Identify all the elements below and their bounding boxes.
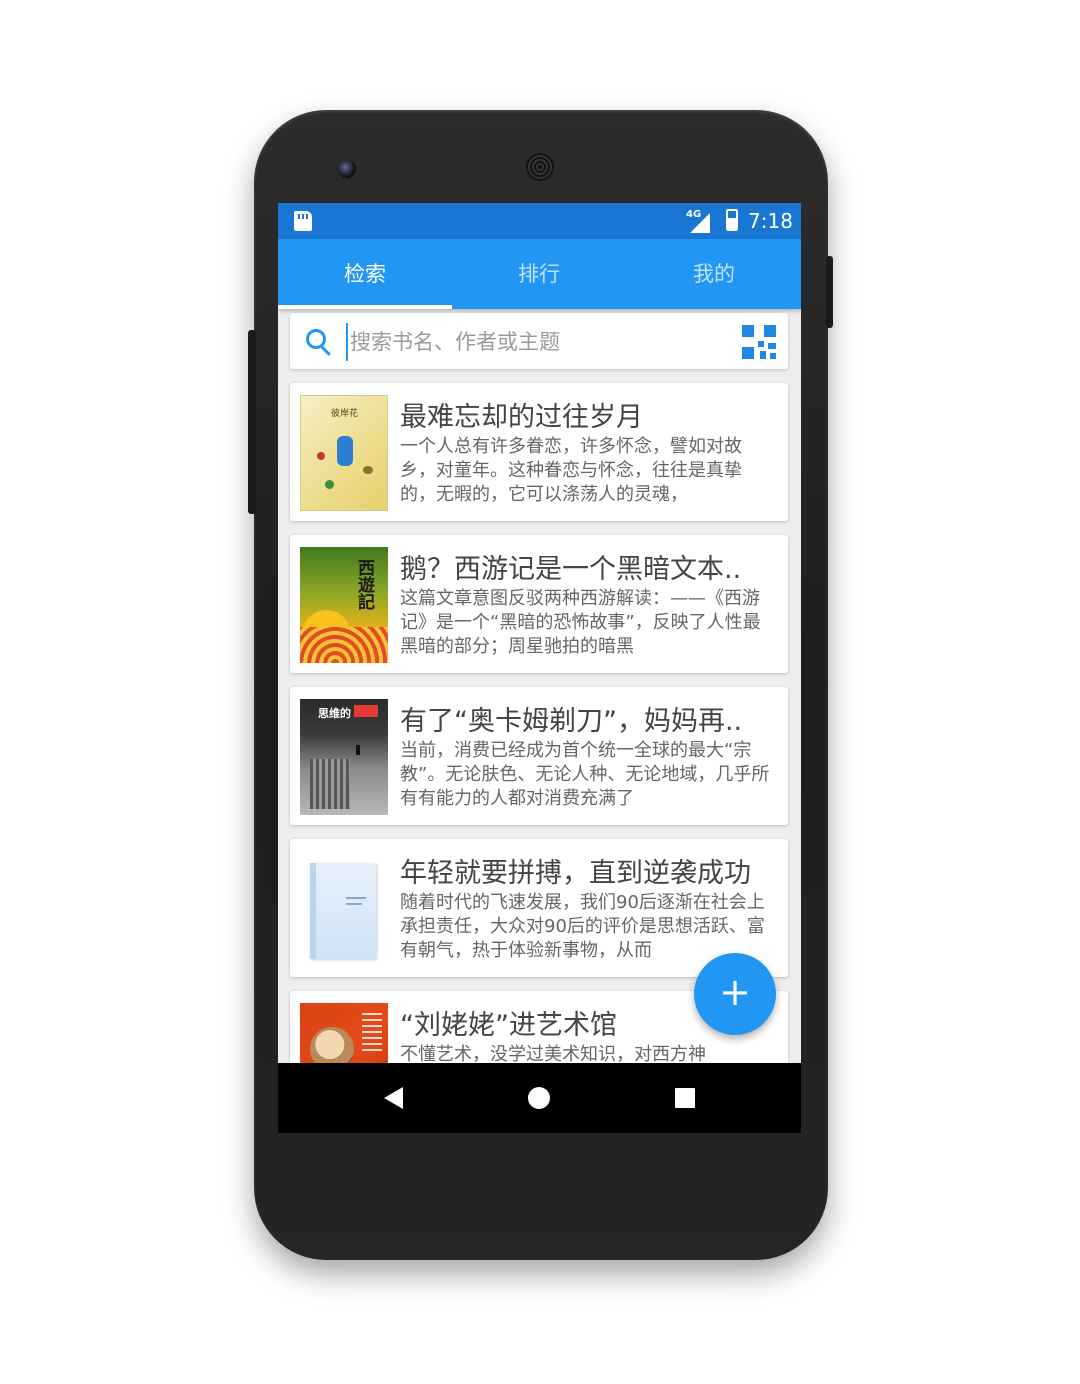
volume-button [248, 330, 256, 514]
book-cover-image: 思维的 [300, 699, 388, 815]
app-screen: 4G 7:18 检索 排行 我的 搜索书名、作者或主题 彼岸花 最难忘却的过往岁… [278, 203, 801, 1133]
book-card[interactable]: 思维的 有了“奥卡姆剃刀”，妈妈再.. 当前，消费已经成为首个统一全球的最大“宗… [290, 687, 788, 825]
book-cover-image [300, 851, 388, 967]
search-input[interactable] [346, 323, 732, 361]
cover-illustration [310, 863, 316, 959]
front-camera [338, 160, 356, 178]
system-nav-bar [278, 1063, 801, 1133]
cover-text: 西遊記 [354, 559, 374, 610]
cover-illustration [300, 627, 388, 663]
cover-illustration [310, 863, 376, 959]
power-button [826, 256, 833, 328]
cover-illustration [346, 903, 362, 905]
search-icon[interactable] [306, 329, 326, 349]
status-time: 7:18 [748, 209, 793, 233]
tab-label: 排行 [518, 262, 560, 286]
book-description: 一个人总有许多眷恋，许多怀念，譬如对故乡，对童年。这种眷恋与怀念，往往是真挚的，… [400, 436, 742, 505]
cover-illustration [346, 897, 366, 899]
tab-mine[interactable]: 我的 [627, 239, 801, 309]
book-title: 有了“奥卡姆剃刀”，妈妈再.. [400, 706, 743, 737]
home-icon[interactable] [528, 1087, 550, 1109]
book-description: 随着时代的飞速发展，我们90后逐渐在社会上承担责任，大众对90后的评价是思想活跃… [400, 892, 765, 961]
add-fab-button[interactable]: + [694, 953, 776, 1035]
book-card[interactable]: 年轻就要拼搏，直到逆袭成功 随着时代的飞速发展，我们90后逐渐在社会上承担责任，… [290, 839, 788, 977]
cover-illustration [317, 452, 325, 460]
signal-icon [690, 213, 710, 233]
book-card[interactable]: 西遊記 鹅？西游记是一个黑暗文本.. 这篇文章意图反驳两种西游解读：——《西游记… [290, 535, 788, 673]
book-title: 年轻就要拼搏，直到逆袭成功 [400, 858, 751, 889]
tab-bar: 检索 排行 我的 [278, 239, 801, 309]
sd-card-icon [294, 211, 312, 231]
status-bar: 4G 7:18 [278, 203, 801, 239]
device-stage: 4G 7:18 检索 排行 我的 搜索书名、作者或主题 彼岸花 最难忘却的过往岁… [0, 0, 1080, 1384]
book-title: 鹅？西游记是一个黑暗文本.. [400, 554, 742, 585]
cover-illustration [310, 759, 350, 809]
tab-label: 我的 [693, 262, 735, 286]
cover-text: 彼岸花 [331, 409, 359, 419]
qr-code-scan-icon[interactable] [742, 325, 776, 359]
tab-label: 检索 [344, 262, 386, 286]
plus-icon: + [719, 970, 751, 1014]
tab-ranking[interactable]: 排行 [452, 239, 626, 309]
cover-illustration [325, 480, 334, 489]
battery-icon [726, 209, 738, 231]
cover-illustration [356, 745, 360, 755]
cover-illustration [354, 705, 378, 717]
tab-indicator [278, 305, 452, 309]
recents-icon[interactable] [675, 1088, 695, 1108]
cover-text: 思维的 [318, 707, 351, 720]
book-cover-image: 彼岸花 [300, 395, 388, 511]
cover-illustration [362, 1013, 382, 1053]
earpiece-speaker [526, 153, 554, 181]
tab-search[interactable]: 检索 [278, 239, 452, 309]
cover-illustration [337, 436, 353, 466]
search-bar [290, 313, 788, 369]
book-card[interactable]: 彼岸花 最难忘却的过往岁月 一个人总有许多眷恋，许多怀念，譬如对故乡，对童年。这… [290, 383, 788, 521]
book-title: 最难忘却的过往岁月 [400, 402, 643, 433]
book-description: 当前，消费已经成为首个统一全球的最大“宗教”。无论肤色、无论人种、无论地域，几乎… [400, 740, 770, 809]
back-icon[interactable] [384, 1087, 403, 1109]
book-cover-image: 西遊記 [300, 547, 388, 663]
book-description: 这篇文章意图反驳两种西游解读：——《西游记》是一个“黑暗的恐怖故事”，反映了人性… [400, 588, 761, 657]
cover-illustration [363, 466, 373, 474]
